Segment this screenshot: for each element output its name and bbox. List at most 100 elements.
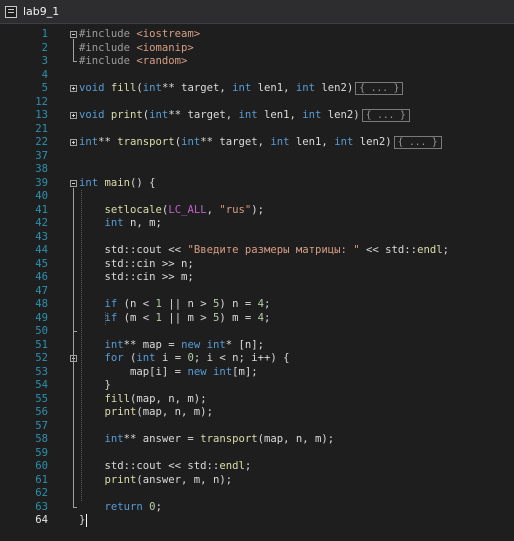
code-line[interactable]: 13 void print(int** target, int len1, int… <box>0 109 514 122</box>
code-text: std::cout << "Введите размеры матрицы: "… <box>79 244 449 257</box>
line-number: 21 <box>35 122 48 135</box>
code-token: new int <box>187 365 233 378</box>
line-number: 63 <box>35 500 48 513</box>
expand-outline-icon[interactable] <box>70 139 77 146</box>
code-token: int <box>334 136 354 148</box>
expand-outline-icon[interactable] <box>70 85 77 92</box>
line-number: 57 <box>35 419 48 432</box>
outline-end-mark <box>73 331 77 332</box>
code-token: if <box>104 298 124 310</box>
code-line[interactable]: 41 setlocale(LC_ALL, "rus"); <box>0 204 514 217</box>
code-line[interactable]: 38 <box>0 163 514 176</box>
code-token: ** target, <box>200 136 271 148</box>
code-line[interactable]: 62 <box>0 487 514 500</box>
code-line[interactable]: 21 <box>0 123 514 136</box>
line-number: 3 <box>41 55 48 67</box>
code-token: || m > <box>161 311 213 324</box>
line-number: 61 <box>35 473 48 486</box>
code-line[interactable]: 46 std::cin >> m; <box>0 271 514 284</box>
code-line[interactable]: 64} <box>0 514 514 527</box>
code-line[interactable]: 1 #include <iostream> <box>0 28 514 41</box>
code-token: <iomanip> <box>136 41 194 54</box>
code-line[interactable]: 49 if (m < 1 || m > 5) m = 4; <box>0 312 514 325</box>
outline-line <box>73 309 74 332</box>
code-text: setlocale(LC_ALL, "rus"); <box>79 203 265 217</box>
collapsed-block[interactable]: { ... } <box>361 109 410 122</box>
code-line[interactable]: 44 std::cout << "Введите размеры матрицы… <box>0 244 514 257</box>
code-line[interactable]: 47 <box>0 285 514 298</box>
code-editor[interactable]: 1 #include <iostream> 2 #include <iomanip> 3… <box>0 24 514 541</box>
code-token: int <box>238 109 258 121</box>
code-line[interactable]: 5 void fill(int** target, int len1, int l… <box>0 82 514 95</box>
code-token: int <box>79 136 99 148</box>
code-token: print <box>104 406 137 418</box>
indent-guide <box>105 311 106 325</box>
code-text: int main() { <box>79 177 156 190</box>
code-text: std::cin >> n; <box>79 258 194 271</box>
code-line[interactable]: 52 for (int i = 0; i < n; i++) { <box>0 352 514 365</box>
document-tab[interactable]: lab9_1 <box>0 0 514 24</box>
code-token: <iostream> <box>136 28 201 40</box>
code-token: (map, n, m); <box>136 406 213 418</box>
code-token: * [n]; <box>225 338 264 351</box>
collapsed-block[interactable]: { ... } <box>393 136 442 149</box>
code-line[interactable]: 43 <box>0 231 514 244</box>
code-text: void print(int** target, int len1, int l… <box>79 109 410 122</box>
code-token: std::cin >> n; <box>79 257 194 270</box>
code-token: len2) <box>353 136 392 148</box>
code-line[interactable]: 59 <box>0 447 514 460</box>
code-token: int <box>270 136 290 148</box>
line-number: 43 <box>35 230 48 243</box>
code-line[interactable]: 22 int** transport(int** target, int len1… <box>0 136 514 149</box>
cpp-file-icon <box>5 5 17 18</box>
tab-title: lab9_1 <box>23 5 60 18</box>
line-number: 13 <box>35 109 48 121</box>
code-line[interactable]: 3 #include <random> <box>0 55 514 68</box>
line-number: 44 <box>35 244 48 256</box>
collapsed-block[interactable]: { ... } <box>355 82 404 95</box>
collapse-outline-icon[interactable] <box>70 31 77 38</box>
line-number: 12 <box>35 95 48 108</box>
code-line[interactable]: 58 int** answer = transport(map, n, m); <box>0 433 514 446</box>
code-line[interactable]: 51 int** map = new int* [n]; <box>0 339 514 352</box>
code-line[interactable]: 2 #include <iomanip> <box>0 42 514 55</box>
outline-end-mark <box>73 506 77 508</box>
code-line[interactable]: 55 fill(map, n, m); <box>0 393 514 406</box>
code-line[interactable]: 50 <box>0 325 514 338</box>
code-line[interactable]: 37 <box>0 150 514 163</box>
line-number: 47 <box>35 284 48 297</box>
line-number: 22 <box>35 136 48 148</box>
code-line[interactable]: 40 <box>0 190 514 203</box>
code-line[interactable]: 42 int n, m; <box>0 217 514 230</box>
collapse-outline-icon[interactable] <box>70 179 77 187</box>
code-line[interactable]: 56 print(map, n, m); <box>0 406 514 419</box>
code-token: <random> <box>136 55 188 67</box>
expand-outline-icon[interactable] <box>70 112 77 119</box>
code-token: print <box>104 473 137 486</box>
code-line[interactable]: 60 std::cout << std::endl; <box>0 460 514 473</box>
code-line[interactable]: 4 <box>0 69 514 82</box>
code-line[interactable]: 57 <box>0 420 514 433</box>
code-token: std::cout << std:: <box>79 460 220 472</box>
code-token: "rus" <box>219 203 252 216</box>
line-number: 49 <box>35 311 48 324</box>
code-line[interactable]: 45 std::cin >> n; <box>0 258 514 271</box>
code-line[interactable]: 54 } <box>0 379 514 392</box>
code-line[interactable]: 48 if (n < 1 || n > 5) n = 4; <box>0 298 514 311</box>
line-number: 45 <box>35 257 48 270</box>
code-token: int <box>232 82 252 94</box>
code-token: i = <box>155 352 188 364</box>
code-line[interactable]: 61 print(answer, m, n); <box>0 474 514 487</box>
code-line[interactable]: 39 int main() { <box>0 177 514 190</box>
code-line[interactable]: 53 map[i] = new int[m]; <box>0 366 514 379</box>
code-token: LC_ALL <box>168 203 207 216</box>
code-line[interactable]: 63 return 0; <box>0 501 514 514</box>
line-number: 51 <box>35 338 48 351</box>
line-number: 38 <box>35 163 48 175</box>
code-token: ) m = <box>219 311 258 324</box>
code-line[interactable]: 12 <box>0 96 514 109</box>
